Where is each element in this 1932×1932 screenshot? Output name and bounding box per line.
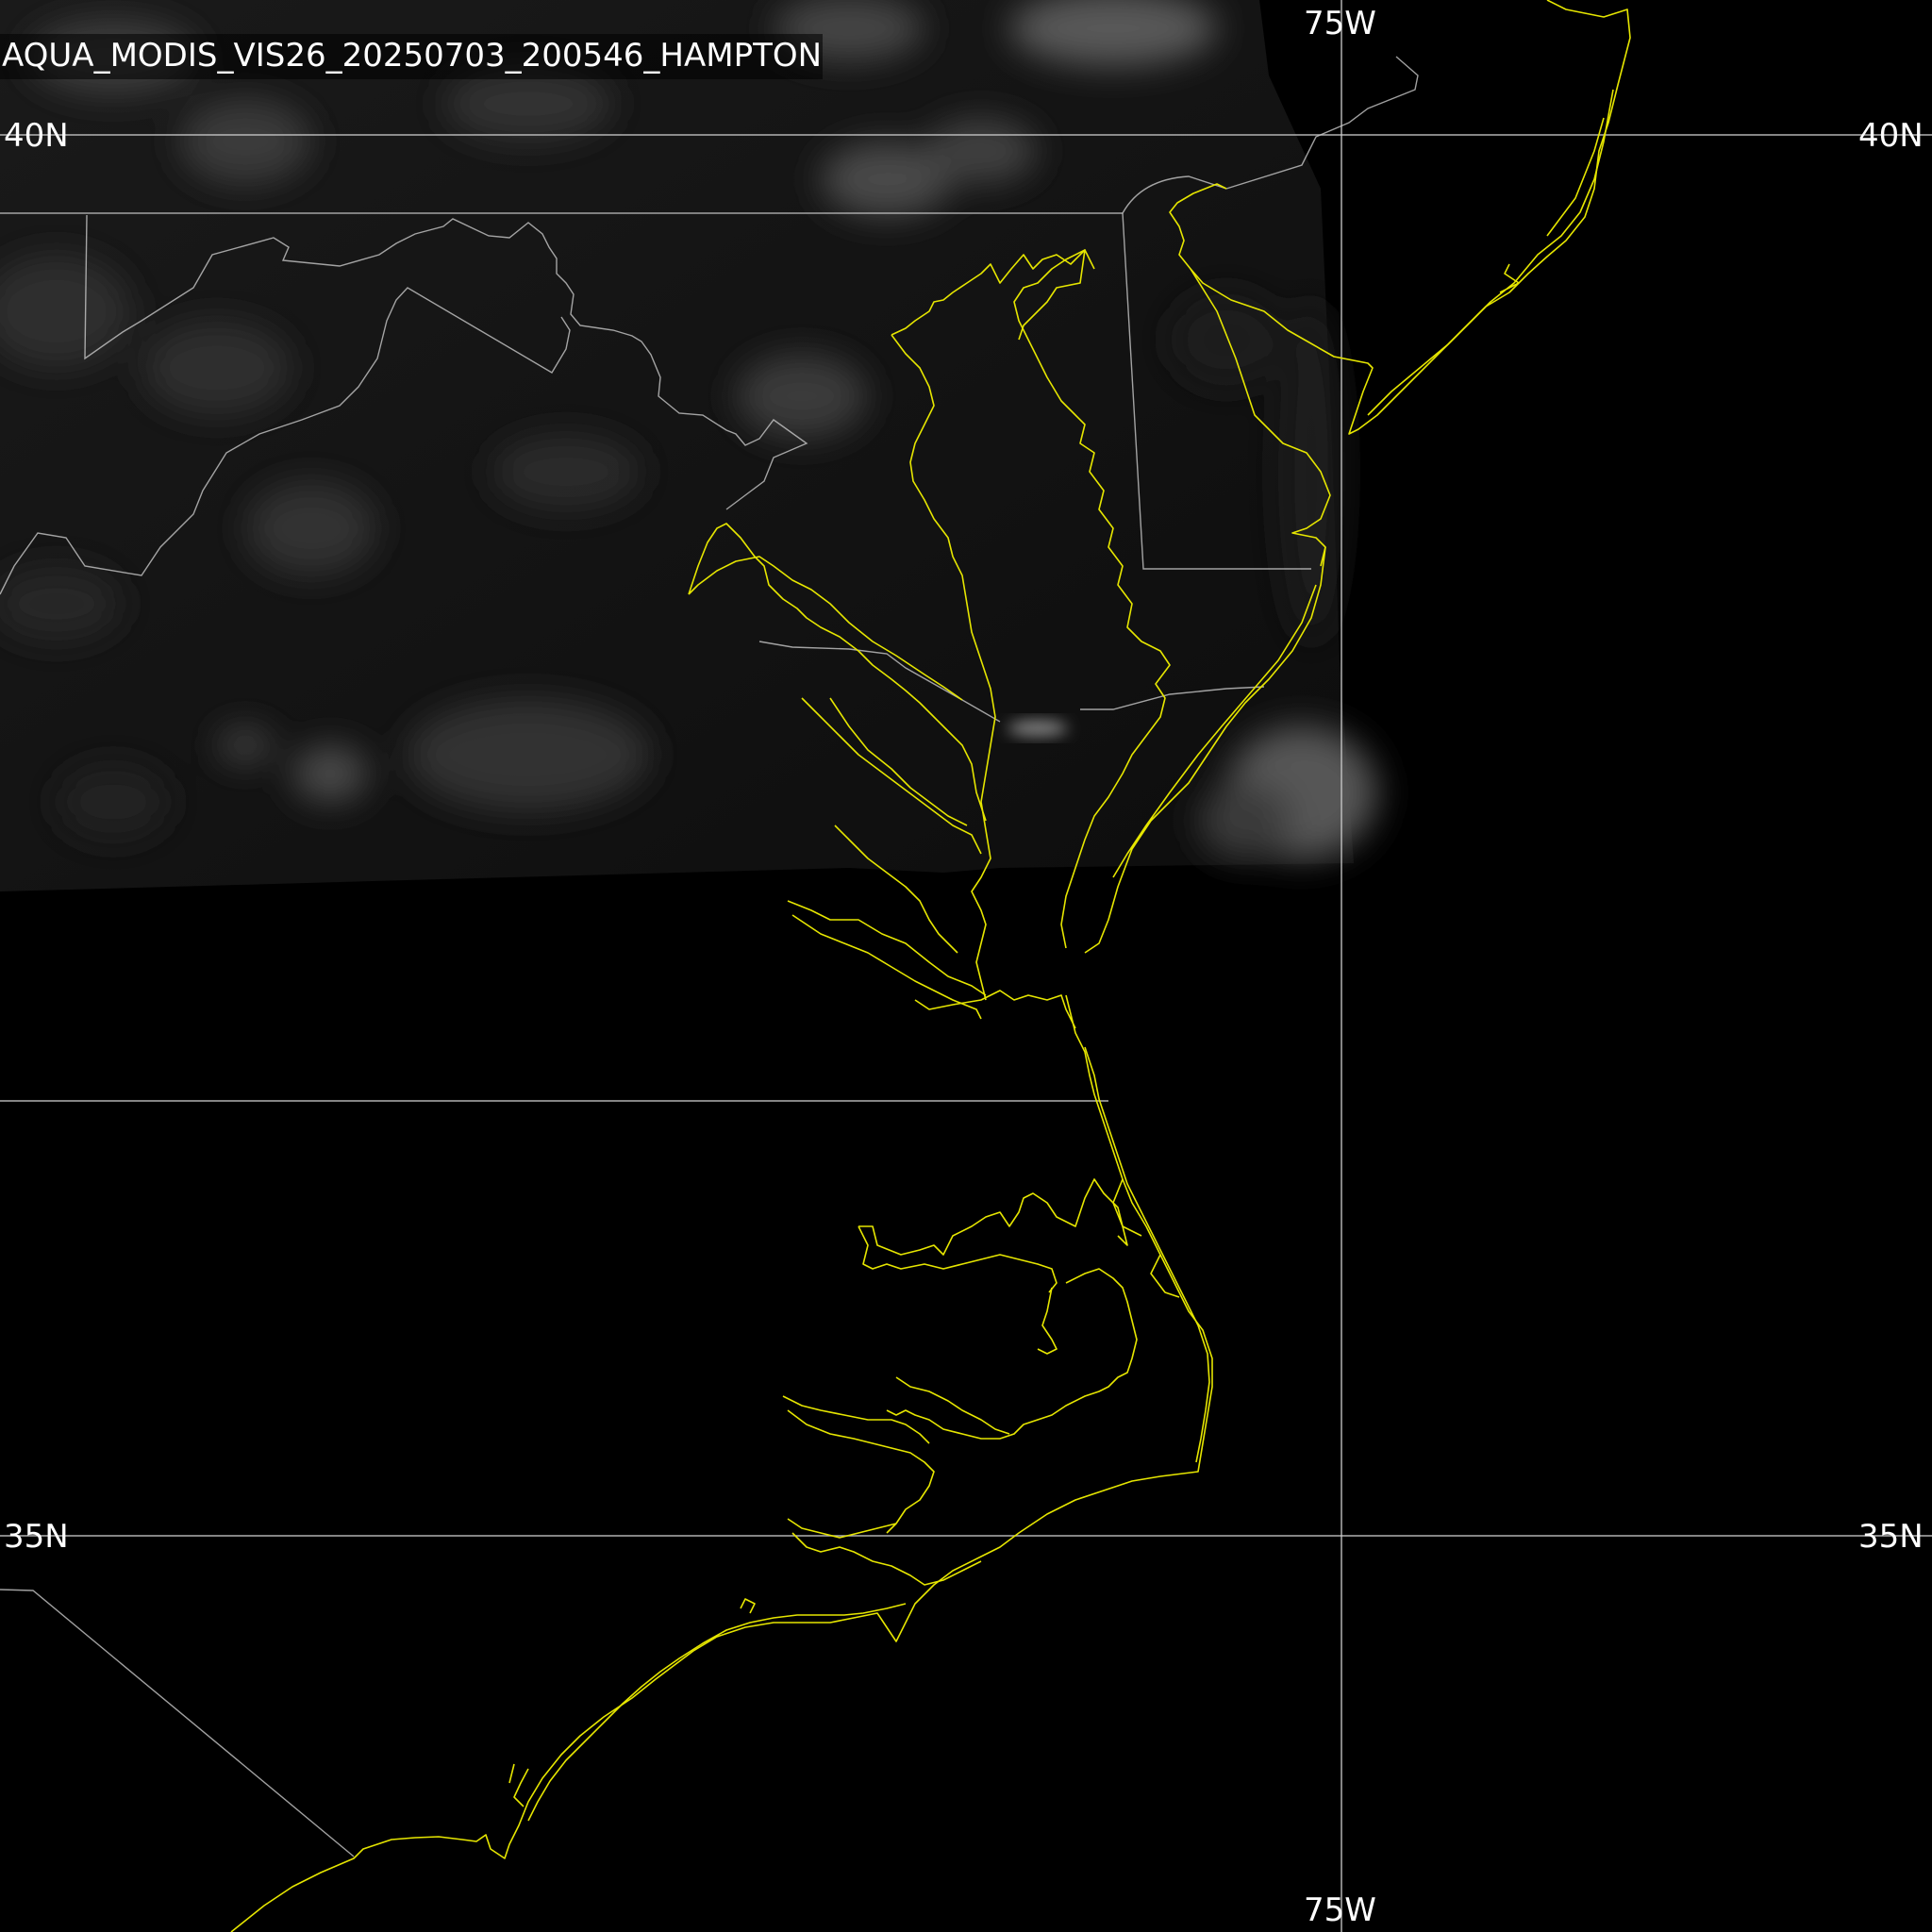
satellite-map: AQUA_MODIS_VIS26_20250703_200546_HAMPTON…: [0, 0, 1932, 1932]
lat-label-40n-right: 40N: [1858, 117, 1924, 155]
image-title: AQUA_MODIS_VIS26_20250703_200546_HAMPTON: [2, 37, 822, 75]
lon-label-top: 75W: [1304, 5, 1376, 42]
lat-label-35n-right: 35N: [1858, 1518, 1924, 1556]
lon-label-bottom: 75W: [1304, 1891, 1376, 1929]
satellite-imagery: [0, 0, 1377, 891]
lat-label-35n-left: 35N: [4, 1518, 69, 1556]
lat-label-40n-left: 40N: [4, 117, 69, 155]
image-title-block: AQUA_MODIS_VIS26_20250703_200546_HAMPTON: [0, 34, 823, 79]
